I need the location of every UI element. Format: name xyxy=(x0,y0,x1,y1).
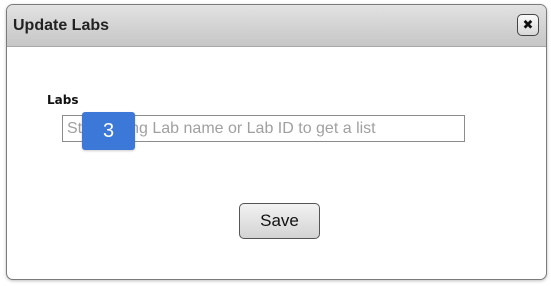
close-button[interactable]: ✖ xyxy=(517,14,539,36)
close-icon: ✖ xyxy=(522,17,534,33)
save-button[interactable]: Save xyxy=(239,203,320,239)
step-badge: 3 xyxy=(82,112,135,150)
update-labs-dialog: Update Labs ✖ Labs 3 Save xyxy=(6,4,547,280)
labs-label: Labs xyxy=(47,93,79,107)
dialog-title: Update Labs xyxy=(13,17,110,34)
dialog-titlebar: Update Labs ✖ xyxy=(7,5,546,47)
